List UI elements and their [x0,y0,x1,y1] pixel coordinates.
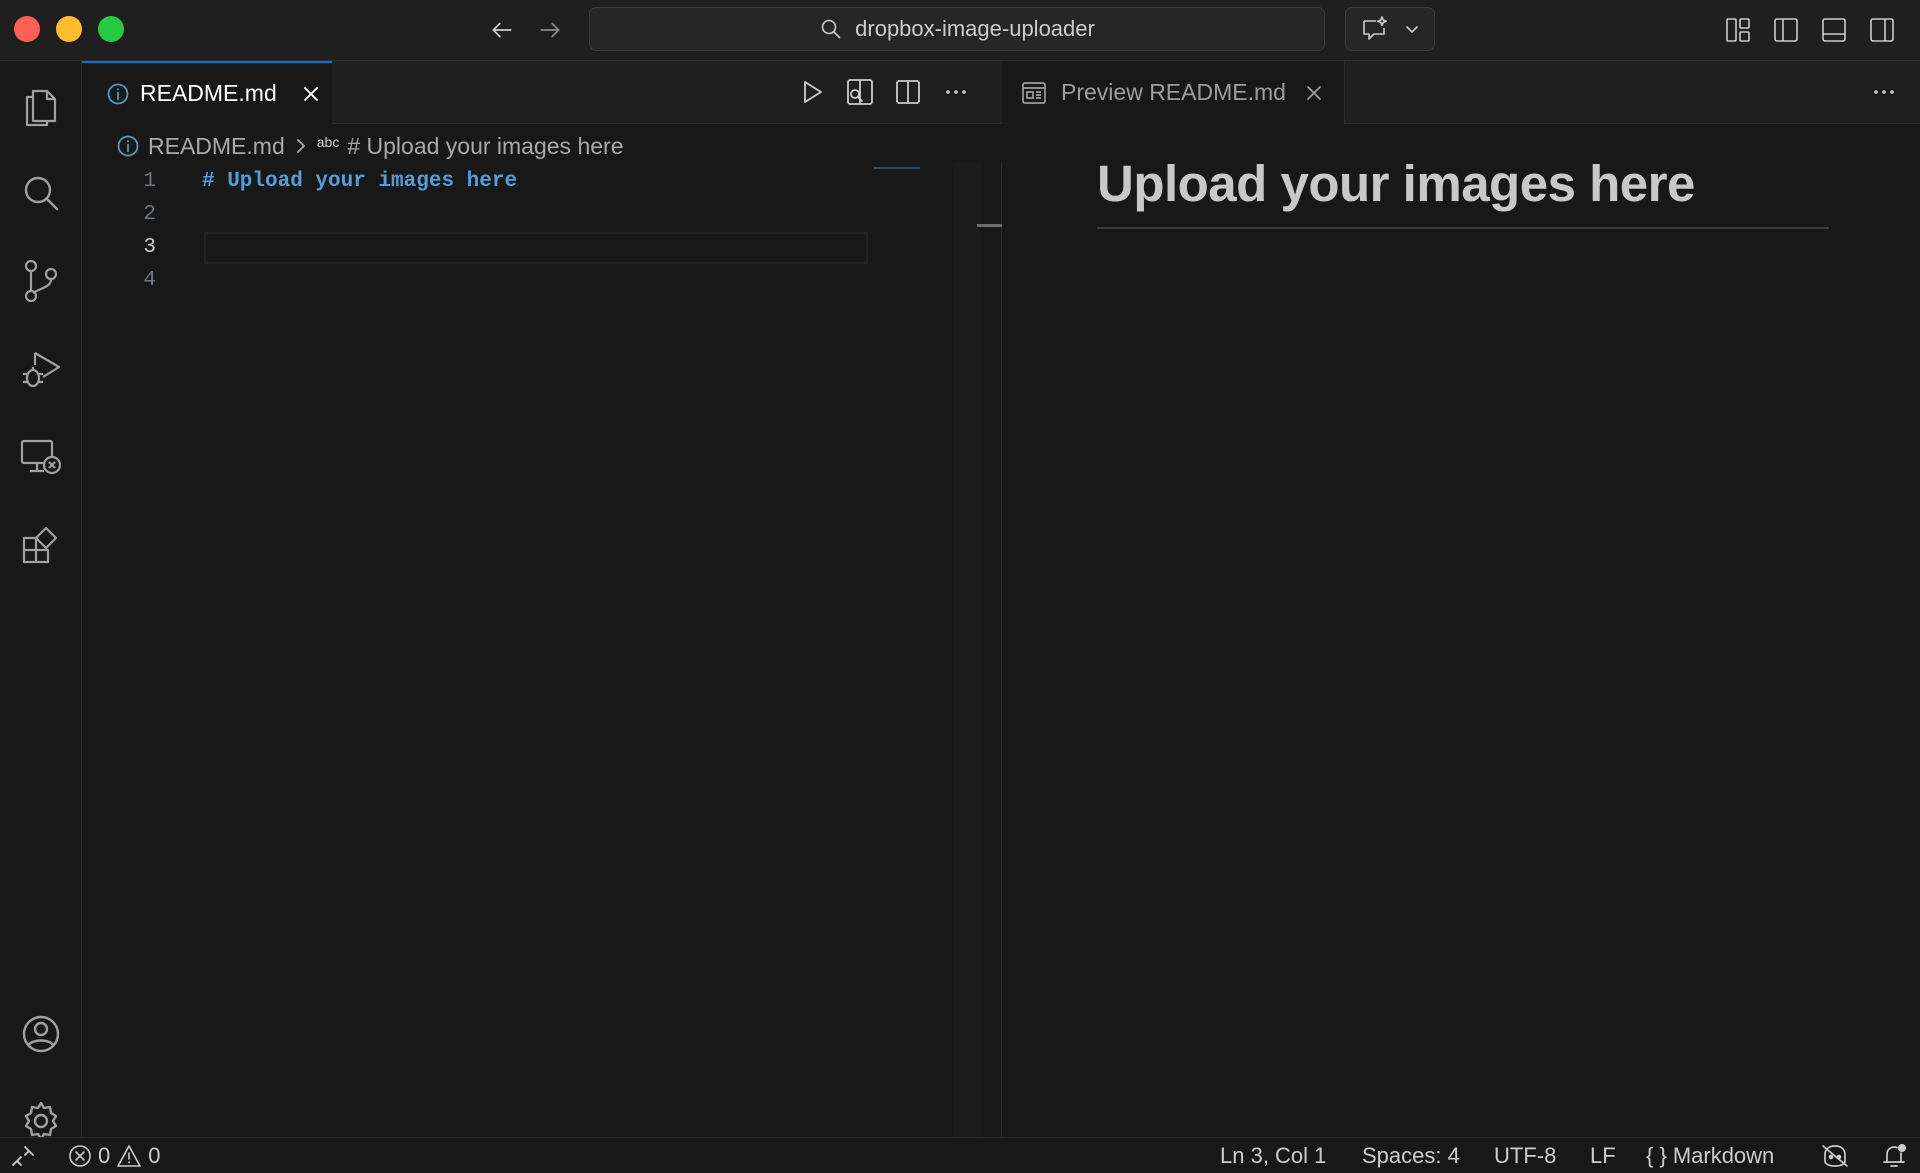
warning-count: 0 [148,1143,161,1168]
activity-bar [0,61,82,1141]
copilot-chat-button[interactable] [1345,7,1435,51]
more-actions-button[interactable] [1868,76,1900,108]
toggle-primary-sidebar-button[interactable] [1770,14,1802,46]
go-forward-button[interactable] [534,14,566,46]
notifications-button[interactable] [1880,1138,1908,1173]
close-icon [1307,85,1321,100]
tab-label: Preview README.md [1061,79,1286,105]
extensions-icon [22,526,58,564]
scrollbar-cursor-marker [977,224,1002,227]
tab-close-button[interactable] [1304,83,1324,103]
chevron-down-icon [1406,26,1418,34]
sidebar-left-icon [1774,18,1798,42]
copilot-status[interactable] [1820,1138,1850,1173]
error-icon [69,1145,91,1167]
remote-indicator[interactable] [10,1138,36,1173]
editor-tabs-left: README.md [82,61,1002,124]
remote-icon [12,1146,34,1166]
braces-icon: { } [1646,1143,1667,1168]
title-bar: dropbox-image-uploader [0,0,1920,61]
split-editor-icon [896,80,920,104]
go-back-button[interactable] [486,14,518,46]
cursor-position[interactable]: Ln 3, Col 1 [1220,1138,1326,1173]
window-close-button[interactable] [14,16,40,42]
language-label: Markdown [1672,1143,1775,1168]
tab-label: README.md [140,80,277,106]
account-icon [22,1015,60,1053]
remote-explorer-icon [20,439,62,475]
indentation-setting[interactable]: Spaces: 4 [1362,1138,1460,1173]
preview-search-icon [847,79,873,105]
layout-grid-icon [1726,18,1750,42]
error-count: 0 [98,1143,111,1168]
current-line-highlight [204,232,868,264]
window-minimize-button[interactable] [56,16,82,42]
sidebar-right-icon [1870,18,1894,42]
vertical-scrollbar[interactable] [953,162,981,1137]
line-number: 2 [143,203,156,226]
activity-source-control[interactable] [0,245,82,317]
line-number: 4 [143,269,156,292]
toggle-panel-button[interactable] [1818,14,1850,46]
more-actions-button[interactable] [940,76,972,108]
symbol-string-icon: abc [316,134,340,150]
activity-explorer[interactable] [0,71,82,143]
close-icon [303,86,318,101]
editor-actions [796,76,972,108]
warning-icon [117,1145,142,1167]
search-icon [24,176,59,211]
minimap[interactable] [874,167,920,169]
open-preview-to-side-button[interactable] [844,76,876,108]
tab-readme[interactable]: README.md [82,61,332,124]
breadcrumb-symbol[interactable]: # Upload your images here [347,133,623,160]
activity-run-debug[interactable] [0,333,82,405]
preview-icon [1022,81,1046,104]
preview-heading: Upload your images here [1097,154,1829,229]
markdown-preview: Upload your images here [1003,124,1920,1137]
activity-extensions[interactable] [0,509,82,581]
run-button[interactable] [796,76,828,108]
language-mode[interactable]: { } Markdown [1646,1138,1774,1173]
explorer-icon [25,89,57,127]
breadcrumb-file[interactable]: README.md [148,133,285,160]
activity-search[interactable] [0,157,82,229]
command-center-search[interactable]: dropbox-image-uploader [589,7,1325,51]
editor-tabs-right: Preview README.md [1003,61,1920,124]
ellipsis-icon [946,90,966,94]
search-icon [821,19,841,39]
code-editor[interactable]: 1 2 3 4 # Upload your images here [82,162,1002,1137]
run-debug-icon [23,352,61,388]
tab-close-button[interactable] [301,84,321,104]
line-number-current: 3 [143,236,156,259]
copilot-disabled-icon [1822,1145,1848,1167]
play-icon [804,81,822,103]
tab-preview-readme[interactable]: Preview README.md [1003,61,1345,124]
line-number: 1 [143,170,156,193]
arrow-right-icon [540,22,560,38]
source-control-icon [24,259,58,303]
breadcrumb: README.md abc # Upload your images here [116,130,624,162]
activity-remote-explorer[interactable] [0,421,82,493]
toggle-secondary-sidebar-button[interactable] [1866,14,1898,46]
settings-gear-icon [24,1101,58,1141]
eol-setting[interactable]: LF [1590,1138,1616,1173]
info-icon [107,83,129,104]
encoding-setting[interactable]: UTF-8 [1494,1138,1556,1173]
ellipsis-icon [1874,90,1894,94]
customize-layout-button[interactable] [1722,14,1754,46]
info-icon [117,135,139,157]
command-center-label: dropbox-image-uploader [855,16,1095,41]
arrow-left-icon [492,22,512,38]
chevron-right-icon [296,139,306,153]
code-line[interactable]: # Upload your images here [202,170,517,193]
problems-indicator[interactable]: 0 0 [68,1138,161,1173]
status-bar: 0 0 Ln 3, Col 1 Spaces: 4 UTF-8 LF { } M… [0,1137,1920,1173]
activity-accounts[interactable] [0,998,82,1070]
split-editor-button[interactable] [892,76,924,108]
window-zoom-button[interactable] [98,16,124,42]
chat-sparkle-icon [1363,16,1387,40]
bell-dot-icon [1883,1144,1906,1167]
panel-bottom-icon [1822,18,1846,42]
